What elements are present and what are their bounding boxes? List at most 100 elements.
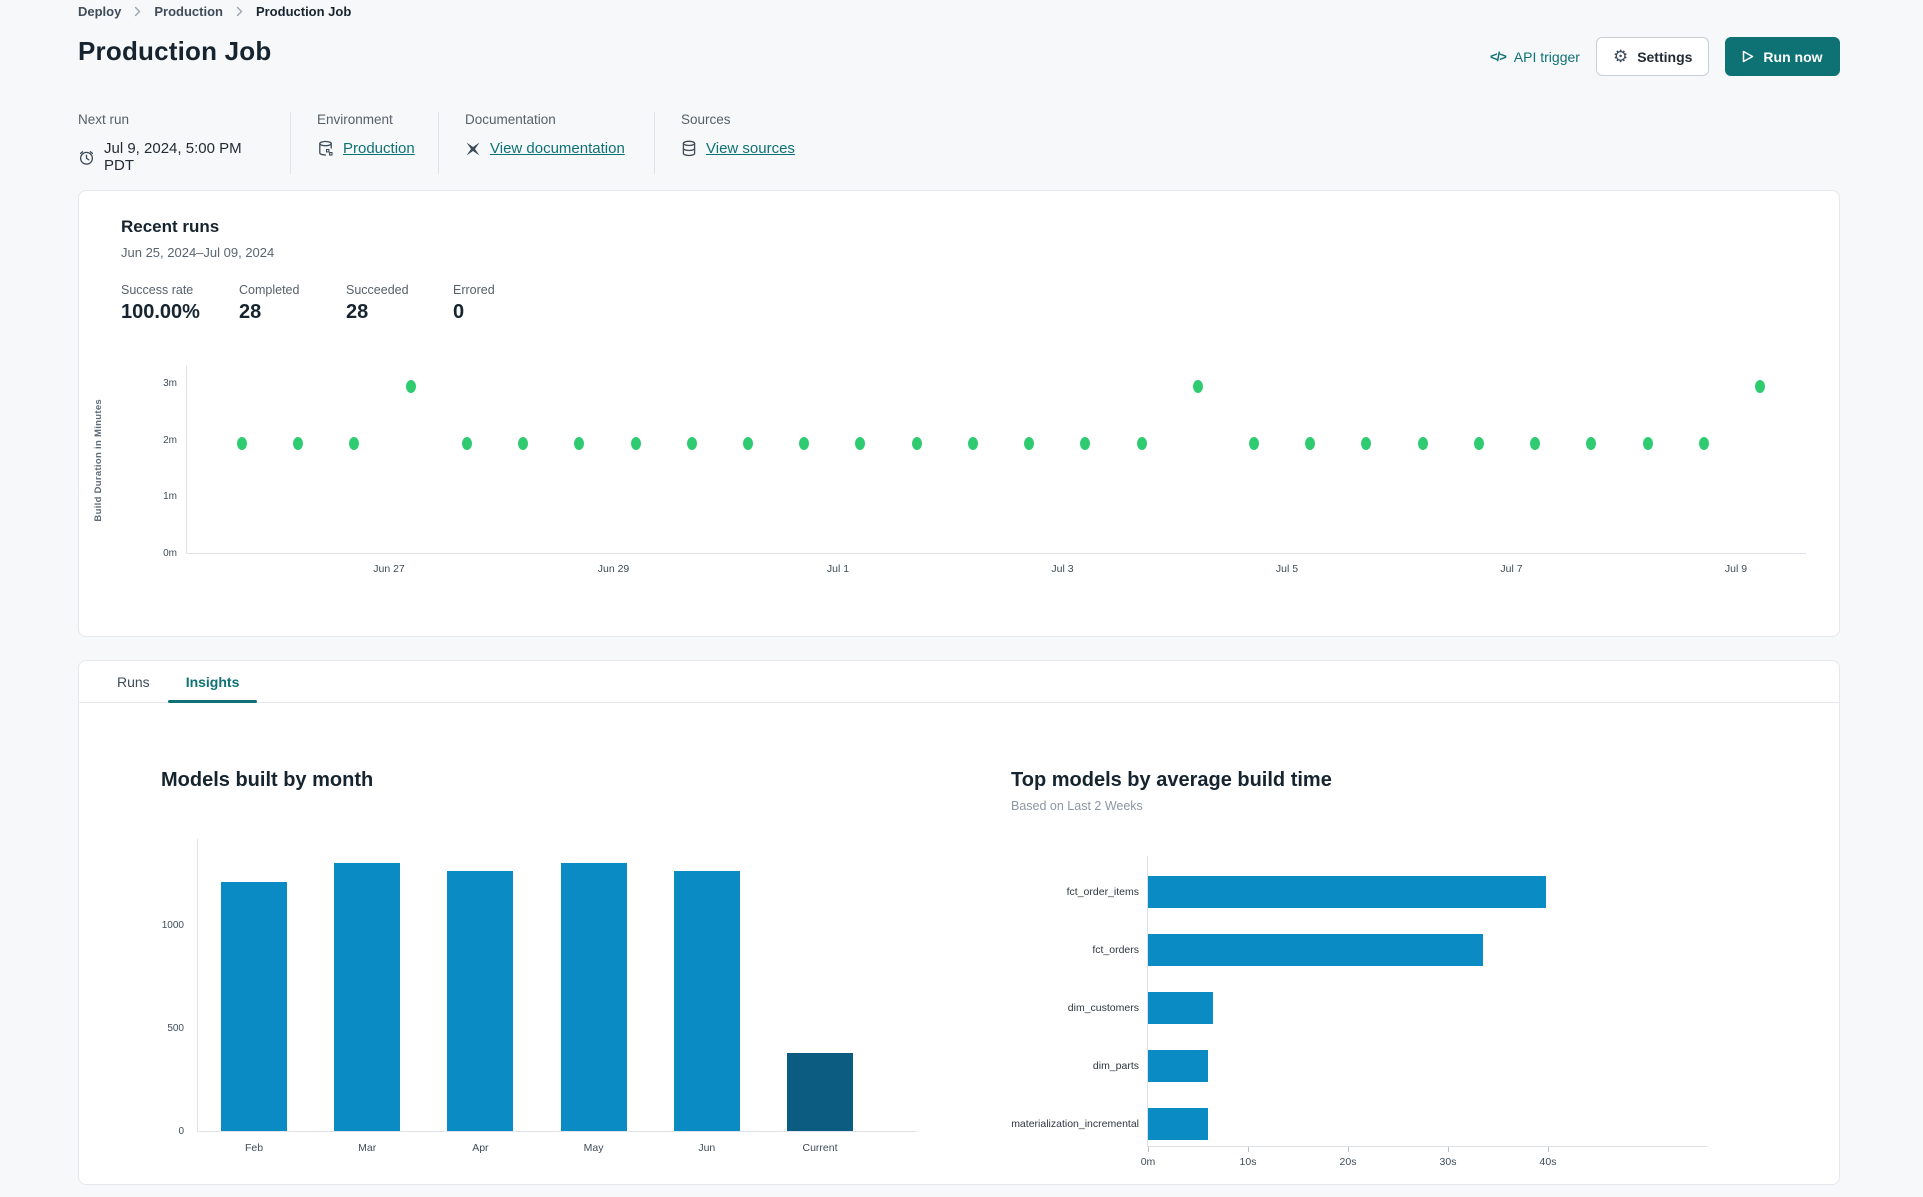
recent-runs-stats: Success rate 100.00% Completed 28 Succee… <box>121 283 495 324</box>
y-axis-tick-label: 2m <box>163 434 177 446</box>
run-dot[interactable] <box>967 436 978 450</box>
x-axis-tick-label: 10s <box>1239 1156 1257 1168</box>
x-axis-tick-label: Jun 29 <box>597 563 630 575</box>
model-name-label: fct_order_items <box>1066 885 1139 898</box>
info-label: Environment <box>317 112 393 127</box>
run-dot[interactable] <box>1192 380 1203 394</box>
run-dot[interactable] <box>1754 380 1765 394</box>
x-axis-tick-label: Jul 5 <box>1275 563 1299 575</box>
run-dot[interactable] <box>1473 436 1484 450</box>
y-axis-tick-label: 1000 <box>161 919 184 931</box>
month-bar <box>787 1052 853 1131</box>
play-icon <box>1742 50 1754 63</box>
top-models-hbar-chart: fct_order_items fct_orders dim_customersdi… <box>1011 856 1707 1168</box>
stat-completed: Completed 28 <box>239 283 300 323</box>
tab-insights[interactable]: Insights <box>167 661 258 703</box>
x-axis-category-label: Mar <box>358 1142 377 1154</box>
x-axis-tick-mark <box>1348 1147 1349 1152</box>
breadcrumb-deploy[interactable]: Deploy <box>78 4 121 19</box>
model-name-label: materialization_incremental <box>1011 1118 1139 1131</box>
run-dot[interactable] <box>1698 436 1709 450</box>
run-dot[interactable] <box>1642 436 1653 450</box>
run-dot[interactable] <box>1080 436 1091 450</box>
model-name-label: dim_customers <box>1067 1001 1139 1014</box>
view-sources-link[interactable]: View sources <box>706 140 795 157</box>
run-dot[interactable] <box>1361 436 1372 450</box>
month-bar <box>334 863 401 1131</box>
build-duration-scatter-chart: 0m 1m 2m 3m Jun 27 Jun 29 Jul 1 Jul 3 Jul 5 Jul 7… <box>163 366 1806 575</box>
info-label: Documentation <box>465 112 556 127</box>
x-axis-category-label: Jun <box>698 1142 716 1154</box>
run-now-button[interactable]: Run now <box>1725 37 1840 76</box>
run-dot[interactable] <box>1136 436 1147 450</box>
x-axis-tick-mark <box>1248 1147 1249 1152</box>
tab-bar: Runs Insights <box>79 661 1839 703</box>
run-dot[interactable] <box>742 436 753 450</box>
page-title: Production Job <box>78 36 272 66</box>
x-axis-category-label: May <box>583 1142 604 1154</box>
run-dot[interactable] <box>1305 436 1316 450</box>
y-axis-tick-label: 0 <box>178 1126 184 1137</box>
alarm-clock-icon <box>78 149 95 166</box>
info-next-run: Next run Jul 9, 2024, 5:00 PM PDT <box>78 112 290 174</box>
run-dot[interactable] <box>1586 436 1597 450</box>
run-dot[interactable] <box>574 436 585 450</box>
run-dot[interactable] <box>630 436 641 450</box>
model-bar <box>1148 1050 1208 1083</box>
top-models-chart-subtitle: Based on Last 2 Weeks <box>1011 799 1143 813</box>
run-dot[interactable] <box>461 436 472 450</box>
month-bar <box>673 871 740 1131</box>
run-dot[interactable] <box>1530 436 1541 450</box>
stat-succeeded: Succeeded 28 <box>346 283 409 323</box>
x-axis-tick-label: Jul 1 <box>826 563 850 575</box>
run-dot[interactable] <box>293 436 304 450</box>
info-label: Sources <box>681 112 731 127</box>
x-axis-tick-label: Jul 9 <box>1724 563 1748 575</box>
x-axis-tick-mark <box>1548 1147 1549 1152</box>
run-dot[interactable] <box>518 436 529 450</box>
run-dot[interactable] <box>349 436 360 450</box>
y-axis-tick-label: 3m <box>163 377 177 389</box>
run-dot[interactable] <box>686 436 697 450</box>
x-axis-tick-label: 20s <box>1339 1156 1357 1168</box>
environment-link[interactable]: Production <box>343 140 415 157</box>
view-documentation-link[interactable]: View documentation <box>490 140 625 157</box>
model-name-label: dim_parts <box>1092 1060 1139 1073</box>
insights-card: Runs Insights Models built by month 0 500… <box>78 660 1840 1185</box>
y-axis-tick-label: 0m <box>163 548 177 559</box>
y-axis-tick-label: 500 <box>167 1022 184 1034</box>
info-documentation: Documentation View documentation <box>438 112 654 174</box>
x-axis-category-label: Feb <box>244 1142 264 1154</box>
model-bar <box>1148 991 1213 1024</box>
run-now-label: Run now <box>1763 48 1823 65</box>
environment-icon <box>317 140 334 157</box>
api-trigger-label: API trigger <box>1513 48 1580 65</box>
info-label: Next run <box>78 112 130 127</box>
recent-runs-title: Recent runs <box>121 217 220 236</box>
settings-button[interactable]: ⚙ Settings <box>1595 37 1710 76</box>
x-axis-tick-mark <box>1448 1147 1449 1152</box>
top-models-chart-title: Top models by average build time <box>1011 769 1332 791</box>
run-dot[interactable] <box>855 436 866 450</box>
model-name-label: fct_orders <box>1092 943 1139 956</box>
stat-errored: Errored 0 <box>453 283 495 323</box>
run-dot[interactable] <box>1248 436 1259 450</box>
x-axis-tick-label: Jun 27 <box>373 563 405 575</box>
run-dot[interactable] <box>405 380 416 394</box>
models-built-bar-chart: 0 500 1000 Feb Mar Apr May Jun Current <box>162 839 917 1154</box>
run-dot[interactable] <box>799 436 810 450</box>
run-dot[interactable] <box>1024 436 1035 450</box>
stat-success-rate: Success rate 100.00% <box>121 283 200 323</box>
run-dot[interactable] <box>911 436 922 450</box>
gear-icon: ⚙ <box>1612 47 1629 66</box>
x-axis-tick-label: 30s <box>1439 1156 1457 1168</box>
tab-runs[interactable]: Runs <box>99 661 168 702</box>
info-environment: Environment Production <box>290 112 438 174</box>
run-dot[interactable] <box>237 436 247 450</box>
breadcrumb-production[interactable]: Production <box>154 4 223 19</box>
x-axis-tick-mark <box>1148 1147 1149 1152</box>
x-axis-tick-label: Jul 7 <box>1500 563 1523 575</box>
x-axis-category-label: Apr <box>472 1142 489 1154</box>
api-trigger-link[interactable]: </> API trigger <box>1490 49 1580 65</box>
run-dot[interactable] <box>1417 436 1428 450</box>
